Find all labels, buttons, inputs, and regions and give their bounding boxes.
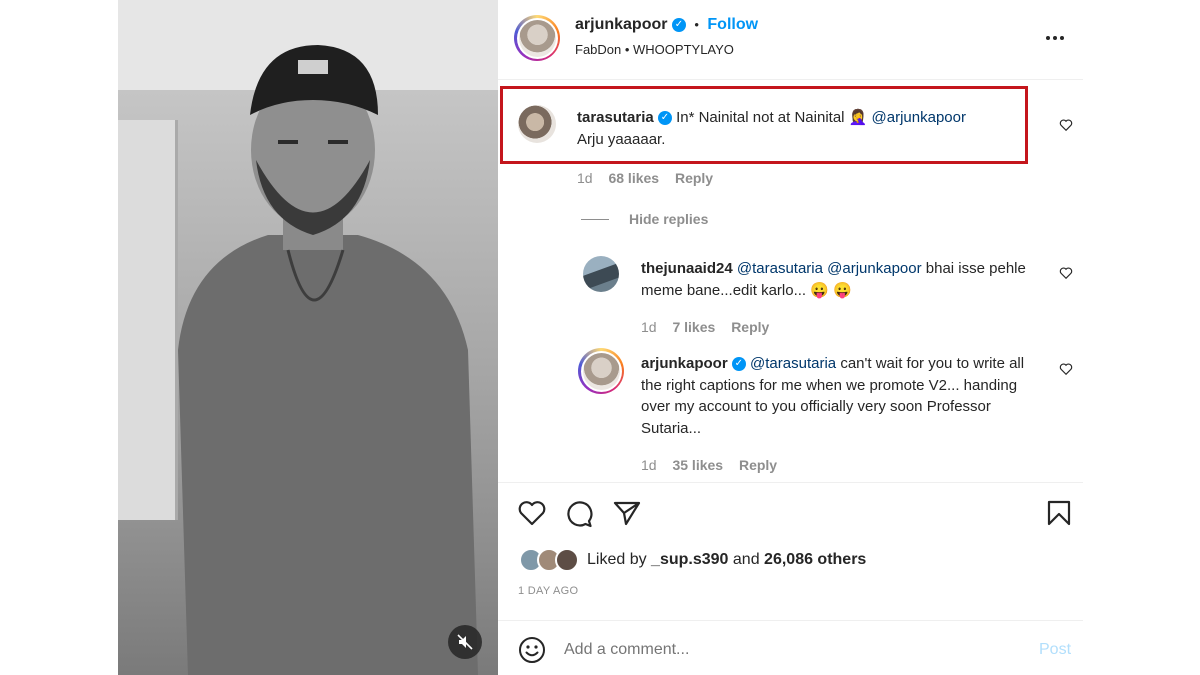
- emoji-button[interactable]: [518, 636, 546, 669]
- reply-time[interactable]: 1d: [641, 457, 657, 473]
- comment-input[interactable]: [564, 638, 984, 662]
- highlighted-comment-meta: 1d 68 likes Reply: [577, 170, 713, 186]
- audio-label[interactable]: FabDon • WHOOPTYLAYO: [575, 42, 734, 57]
- comment-reply-button[interactable]: Reply: [675, 170, 713, 186]
- reply-meta: 1d 35 likes Reply: [641, 457, 777, 473]
- bookmark-icon: [1047, 500, 1071, 526]
- post-comment-button[interactable]: Post: [1039, 641, 1071, 659]
- author-avatar[interactable]: [514, 15, 560, 61]
- reply-mention[interactable]: @tarasutaria: [737, 260, 823, 277]
- liked-by-and: and: [732, 551, 760, 568]
- post-author-row: arjunkapoor ✓ • Follow: [575, 16, 758, 34]
- comment-text: In* Nainital not at Nainital 🤦‍♀️: [676, 109, 868, 126]
- mute-toggle-button[interactable]: [448, 625, 482, 659]
- actions-divider: [498, 482, 1083, 483]
- comment-button[interactable]: [565, 500, 593, 533]
- more-options-button[interactable]: [1044, 27, 1066, 54]
- reply-reply-button[interactable]: Reply: [739, 457, 777, 473]
- reply-like-heart-icon[interactable]: [1059, 362, 1073, 376]
- verified-badge-icon: ✓: [657, 111, 672, 126]
- comment-input-divider: [498, 620, 1083, 621]
- reply-username[interactable]: thejunaaid24: [641, 260, 733, 277]
- more-options-icon: [1046, 36, 1064, 40]
- post-details-panel: arjunkapoor ✓ • Follow FabDon • WHOOPTYL…: [498, 0, 1083, 675]
- heart-icon: [518, 501, 546, 526]
- comment-like-heart-icon[interactable]: [1059, 118, 1073, 132]
- reply-avatar[interactable]: [583, 256, 619, 292]
- muted-speaker-icon: [457, 634, 473, 650]
- video-person-figure: [178, 45, 478, 675]
- reply-reply-button[interactable]: Reply: [731, 319, 769, 335]
- share-icon: [613, 501, 641, 526]
- save-button[interactable]: [1047, 500, 1071, 531]
- liked-by-prefix: Liked by: [587, 551, 647, 568]
- reply-like-heart-icon[interactable]: [1059, 266, 1073, 280]
- reply-comment: thejunaaid24 @tarasutaria @arjunkapoor b…: [641, 258, 1026, 301]
- liker-avatar: [555, 548, 579, 572]
- header-divider: [498, 79, 1083, 80]
- author-username[interactable]: arjunkapoor: [575, 16, 667, 33]
- reply-likes[interactable]: 7 likes: [672, 319, 715, 335]
- separator-dot: •: [694, 17, 699, 32]
- liked-by-avatars[interactable]: [519, 548, 581, 572]
- verified-badge-icon: ✓: [731, 357, 746, 372]
- reply-username[interactable]: arjunkapoor: [641, 355, 728, 372]
- comment-username[interactable]: tarasutaria: [577, 109, 654, 126]
- comment-time[interactable]: 1d: [577, 170, 593, 186]
- follow-button[interactable]: Follow: [707, 16, 758, 33]
- highlighted-comment: tarasutaria ✓ In* Nainital not at Nainit…: [577, 107, 1017, 150]
- liked-by-text: Liked by _sup.s390 and 26,086 others: [587, 551, 866, 569]
- like-button[interactable]: [518, 500, 546, 531]
- commenter-avatar[interactable]: [518, 105, 556, 143]
- reply-time[interactable]: 1d: [641, 319, 657, 335]
- share-button[interactable]: [613, 500, 641, 531]
- reply-mention[interactable]: @arjunkapoor: [827, 260, 921, 277]
- reply-mention[interactable]: @tarasutaria: [750, 355, 836, 372]
- post-video[interactable]: [118, 0, 498, 675]
- comment-mention[interactable]: @arjunkapoor: [872, 109, 966, 126]
- liked-by-user[interactable]: _sup.s390: [651, 551, 728, 568]
- reply-likes[interactable]: 35 likes: [672, 457, 723, 473]
- liked-by-others[interactable]: 26,086 others: [764, 551, 866, 568]
- emoji-icon: [519, 637, 545, 663]
- hide-replies-button[interactable]: Hide replies: [629, 211, 708, 227]
- comment-likes[interactable]: 68 likes: [608, 170, 659, 186]
- post-timestamp[interactable]: 1 DAY AGO: [518, 585, 578, 597]
- comment-text-line2: Arju yaaaaar.: [577, 130, 666, 148]
- verified-badge-icon: ✓: [671, 17, 686, 32]
- reply-avatar[interactable]: [578, 348, 624, 394]
- hide-replies-line: [581, 219, 609, 220]
- reply-meta: 1d 7 likes Reply: [641, 319, 769, 335]
- reply-comment: arjunkapoor ✓ @tarasutaria can't wait fo…: [641, 353, 1031, 439]
- comment-icon: [567, 501, 593, 528]
